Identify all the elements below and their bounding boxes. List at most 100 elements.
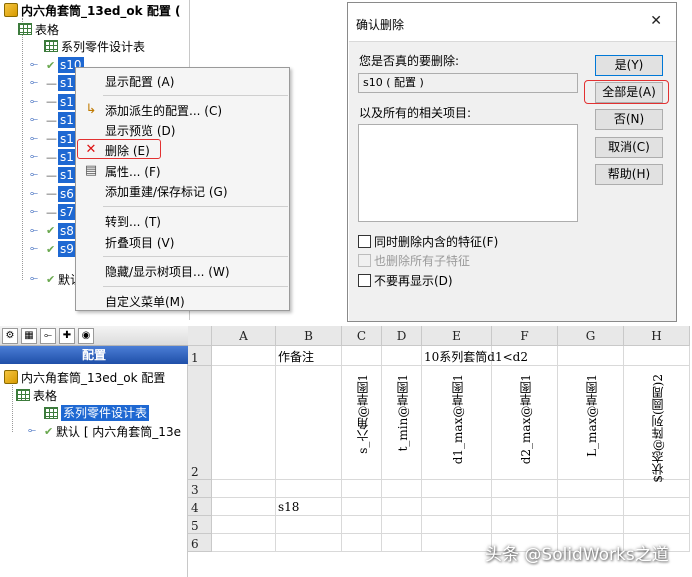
sheet-cell[interactable]	[382, 346, 422, 366]
menu-item-show-config[interactable]: 显示配置 (A)	[76, 71, 289, 91]
sheet-cell[interactable]	[212, 480, 276, 498]
tree-config-row[interactable]: ⟜ — s1	[30, 93, 76, 111]
sheet-cell[interactable]	[624, 498, 690, 516]
column-header[interactable]: C	[342, 326, 382, 346]
dont-show-again-checkbox[interactable]: 不要再显示(D)	[358, 272, 453, 288]
column-header[interactable]: G	[558, 326, 624, 346]
tree-config-row[interactable]: ⟜ — s7	[30, 203, 76, 221]
check-icon: ✔	[46, 272, 56, 286]
sheet-cell[interactable]	[422, 498, 492, 516]
sheet-cell[interactable]	[422, 534, 492, 552]
sheet-cell[interactable]	[276, 366, 342, 480]
sheet-cell[interactable]	[342, 534, 382, 552]
config-icon: ⟜	[30, 132, 38, 144]
feature-tree-tab-icon[interactable]: ⚙	[2, 328, 18, 344]
sheet-cell[interactable]	[624, 480, 690, 498]
column-header[interactable]: A	[212, 326, 276, 346]
tree-config-label: s1	[58, 149, 76, 165]
tree-root-row[interactable]: 内六角套筒_13ed_ok 配置 (	[4, 1, 181, 19]
tree-design-table-row[interactable]: 系列零件设计表	[44, 37, 145, 55]
row-header[interactable]: 2	[188, 366, 212, 480]
tree-config-row[interactable]: ⟜ — s1	[30, 148, 76, 166]
menu-item-properties[interactable]: ▤ 属性... (F)	[76, 161, 289, 181]
confirm-delete-dialog: 确认删除 ✕ 您是否真的要删除: s10 ( 配置 ) 以及所有的相关项目: 是…	[347, 2, 677, 322]
sheet-cell[interactable]	[212, 498, 276, 516]
tree-config-row[interactable]: ⟜ ✔ s9	[30, 240, 76, 258]
sheet-cell[interactable]	[422, 516, 492, 534]
row-header[interactable]: 1	[188, 346, 212, 366]
sheet-cell[interactable]	[212, 346, 276, 366]
sheet-cell[interactable]	[382, 480, 422, 498]
sheet-cell[interactable]	[276, 480, 342, 498]
sheet-cell[interactable]	[558, 516, 624, 534]
menu-item-add-rebuild-mark[interactable]: 添加重建/保存标记 (G)	[76, 181, 289, 201]
close-icon[interactable]: ✕	[650, 13, 662, 29]
sheet-cell[interactable]	[382, 498, 422, 516]
sheet-cell[interactable]	[342, 480, 382, 498]
panel-default-row[interactable]: ⟜ ✔ 默认 [ 内六角套筒_13e	[28, 422, 181, 440]
sheet-cell[interactable]	[624, 516, 690, 534]
sheet-cell[interactable]	[276, 534, 342, 552]
column-header[interactable]: D	[382, 326, 422, 346]
column-header[interactable]: F	[492, 326, 558, 346]
row-header[interactable]: 6	[188, 534, 212, 552]
delete-features-checkbox[interactable]: 同时删除内含的特征(F)	[358, 233, 498, 249]
row-header[interactable]: 4	[188, 498, 212, 516]
sheet-cell[interactable]	[492, 516, 558, 534]
column-header[interactable]: E	[422, 326, 492, 346]
sheet-cell[interactable]	[422, 480, 492, 498]
panel-root-row[interactable]: 内六角套筒_13ed_ok 配置	[4, 368, 165, 386]
panel-design-table-row[interactable]: 系列零件设计表	[44, 404, 150, 422]
sheet-cell[interactable]	[382, 534, 422, 552]
menu-item-customize[interactable]: 自定义菜单(M)	[76, 291, 289, 311]
sheet-cell[interactable]	[342, 498, 382, 516]
menu-item-add-derived[interactable]: ↳ 添加派生的配置... (C)	[76, 100, 289, 120]
display-tab-icon[interactable]: ◉	[78, 328, 94, 344]
column-header[interactable]: B	[276, 326, 342, 346]
checkbox-label: 同时删除内含的特征(F)	[374, 234, 499, 249]
panel-tables-label: 表格	[33, 388, 58, 403]
panel-toolbar: ⚙ ▦ ⟜ ✚ ◉	[0, 326, 188, 346]
menu-item-show-preview[interactable]: 显示预览 (D)	[76, 120, 289, 140]
column-header[interactable]: H	[624, 326, 690, 346]
menu-item-hide-show-tree[interactable]: 隐藏/显示树项目... (W)	[76, 261, 289, 281]
sheet-cell[interactable]	[212, 366, 276, 480]
row-header[interactable]: 3	[188, 480, 212, 498]
part-icon	[4, 370, 18, 384]
sheet-cell[interactable]	[492, 480, 558, 498]
sheet-cell[interactable]	[382, 516, 422, 534]
param-header-vertical: t_min@草图1	[396, 374, 410, 452]
sheet-cell[interactable]	[624, 346, 690, 366]
sheet-cell[interactable]	[276, 516, 342, 534]
tree-tables-row[interactable]: 表格	[18, 20, 59, 38]
sheet-cell[interactable]	[558, 480, 624, 498]
row-header[interactable]: 5	[188, 516, 212, 534]
sheet-cell[interactable]	[212, 516, 276, 534]
tree-config-row[interactable]: ⟜ ✔ s8	[30, 222, 76, 240]
sheet-cell[interactable]	[342, 516, 382, 534]
menu-item-goto[interactable]: 转到... (T)	[76, 211, 289, 231]
yes-button[interactable]: 是(Y)	[595, 55, 663, 76]
checkbox-box[interactable]	[358, 273, 371, 287]
tree-config-row[interactable]: ⟜ — s1	[30, 74, 76, 92]
panel-tables-row[interactable]: 表格	[16, 386, 57, 404]
tree-config-label: s6	[58, 185, 76, 202]
property-tab-icon[interactable]: ▦	[21, 328, 37, 344]
checkbox-box[interactable]	[358, 234, 371, 248]
config-tab-icon[interactable]: ⟜	[40, 328, 56, 344]
help-button[interactable]: 帮助(H)	[595, 164, 663, 185]
sheet-cell[interactable]	[558, 498, 624, 516]
tree-config-row[interactable]: ⟜ — s1	[30, 166, 76, 184]
dimxpert-tab-icon[interactable]: ✚	[59, 328, 75, 344]
sheet-corner[interactable]	[188, 326, 212, 346]
sheet-cell[interactable]	[492, 498, 558, 516]
sheet-cell[interactable]	[342, 346, 382, 366]
tree-config-row[interactable]: ⟜ — s6	[30, 185, 76, 203]
cancel-button[interactable]: 取消(C)	[595, 137, 663, 158]
no-button[interactable]: 否(N)	[595, 109, 663, 130]
tree-config-row[interactable]: ⟜ — s1	[30, 130, 76, 148]
related-items-list[interactable]	[358, 124, 578, 222]
menu-item-collapse[interactable]: 折叠项目 (V)	[76, 232, 289, 252]
tree-config-row[interactable]: ⟜ — s1	[30, 111, 76, 129]
sheet-cell[interactable]	[212, 534, 276, 552]
